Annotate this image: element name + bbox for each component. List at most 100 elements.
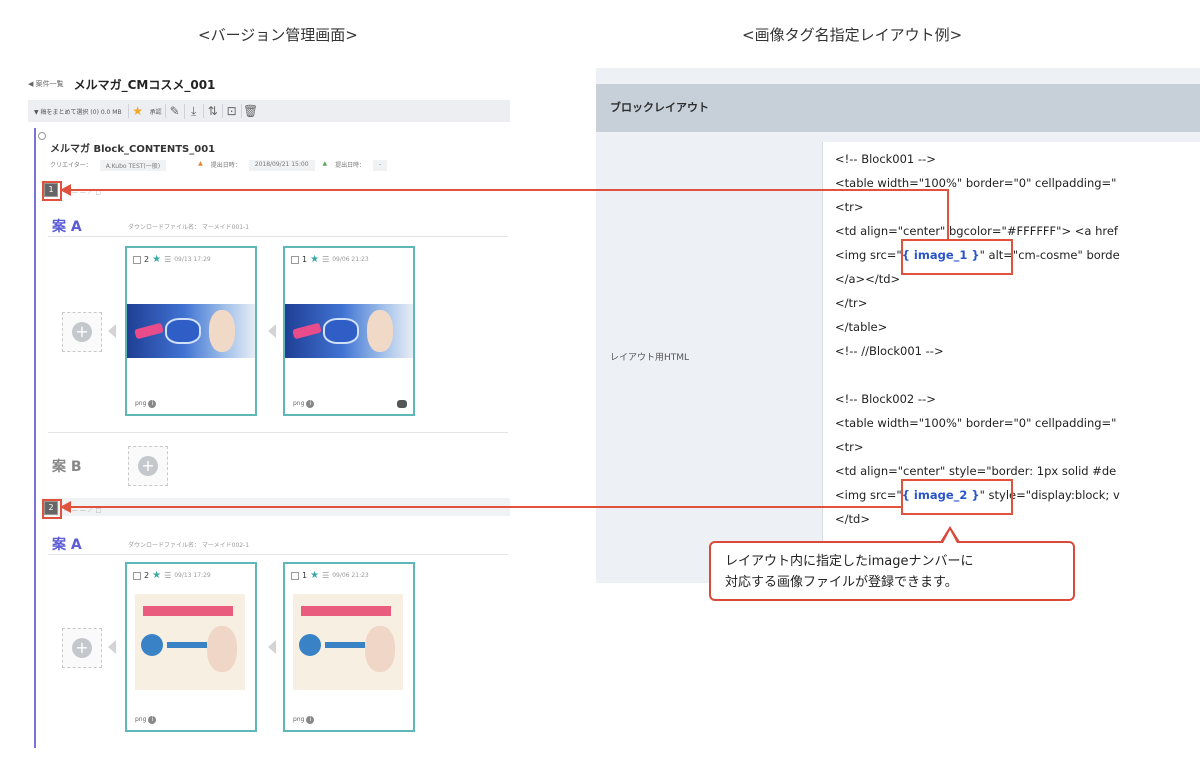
list-icon: ☰ bbox=[164, 571, 172, 580]
block-name: メルマガ Block_CONTENTS_001 bbox=[50, 144, 216, 155]
file-format: png i bbox=[293, 400, 315, 408]
version-number: 1 bbox=[302, 255, 308, 264]
code-line: </table> bbox=[835, 320, 888, 334]
info-icon[interactable]: i bbox=[306, 400, 315, 408]
version-number: 2 bbox=[144, 571, 150, 580]
tree-node-icon bbox=[38, 132, 46, 140]
info-icon[interactable]: i bbox=[306, 716, 315, 724]
person-icon-2: ▲ bbox=[322, 160, 328, 167]
slot-2-highlight bbox=[42, 499, 62, 519]
callout-line-1: レイアウト内に指定したimageナンバーに bbox=[725, 554, 974, 569]
plan-a-label[interactable]: 案 A bbox=[52, 534, 82, 554]
format-label: png bbox=[293, 400, 305, 407]
version-management-panel: ◀ 案件一覧 メルマガ_CMコスメ_001 ▼ 稿をまとめて選択 (0) 0.0… bbox=[28, 66, 510, 756]
divider bbox=[48, 432, 508, 433]
layout-html-code[interactable]: <!-- Block001 --> <table width="100%" bo… bbox=[822, 142, 1200, 583]
format-label: png bbox=[293, 716, 305, 723]
connector-line bbox=[70, 506, 901, 508]
arrow-left-icon bbox=[60, 184, 71, 196]
divider bbox=[48, 554, 508, 555]
person-icon: ▲ bbox=[198, 160, 203, 167]
add-version-button[interactable]: + bbox=[62, 628, 102, 668]
flyer-thumbnail bbox=[135, 594, 245, 690]
card-checkbox[interactable] bbox=[133, 255, 141, 264]
caption-version-management: <バージョン管理画面> bbox=[198, 26, 358, 44]
star-icon[interactable]: ★ bbox=[310, 254, 319, 265]
plan-a-label[interactable]: 案 A bbox=[52, 216, 82, 236]
version-tree-line bbox=[34, 128, 36, 748]
camera-icon bbox=[397, 400, 407, 408]
image-1-highlight bbox=[901, 239, 1013, 275]
chevron-left-icon[interactable] bbox=[268, 640, 276, 654]
star-icon: ★ bbox=[132, 104, 143, 118]
thumb-shape bbox=[207, 626, 237, 672]
thumb-shape bbox=[299, 634, 321, 656]
chevron-left-icon[interactable] bbox=[268, 324, 276, 338]
image-2-highlight bbox=[901, 479, 1013, 515]
slot-1-highlight bbox=[42, 181, 62, 201]
star-icon[interactable]: ★ bbox=[310, 570, 319, 581]
version-card[interactable]: 1 ★ ☰ 09/06 21:23 png i bbox=[283, 562, 415, 732]
block-layout-header: ブロックレイアウト bbox=[596, 84, 1200, 132]
deadline-label: 提出日時： bbox=[335, 162, 366, 169]
code-line: <table width="100%" border="0" cellpaddi… bbox=[835, 176, 1117, 190]
star-icon[interactable]: ★ bbox=[152, 254, 161, 265]
chevron-left-icon[interactable] bbox=[108, 324, 116, 338]
thumb-shape bbox=[323, 318, 359, 344]
file-format: png i bbox=[135, 716, 157, 724]
edit-pencil-icon[interactable]: ✎ bbox=[164, 104, 184, 118]
thumb-shape bbox=[165, 318, 201, 344]
callout-line-2: 対応する画像ファイルが登録できます。 bbox=[725, 575, 958, 590]
download-filename: ダウンロードファイル名： マーメイド002-1 bbox=[128, 542, 250, 549]
code-line: <table width="100%" border="0" cellpaddi… bbox=[835, 416, 1117, 430]
info-icon[interactable]: i bbox=[148, 400, 157, 408]
back-to-project-list-link[interactable]: ◀ 案件一覧 bbox=[28, 79, 64, 89]
plan-b-label[interactable]: 案 B bbox=[52, 456, 82, 476]
list-icon: ☰ bbox=[164, 255, 172, 264]
card-header: 1 ★ ☰ 09/06 21:23 bbox=[291, 570, 369, 581]
list-icon: ☰ bbox=[322, 255, 330, 264]
banner-thumbnail bbox=[127, 304, 255, 358]
trash-icon[interactable]: 🗑 bbox=[240, 104, 260, 118]
approve-button[interactable]: ★ bbox=[127, 104, 147, 118]
card-header: 1 ★ ☰ 09/06 21:23 bbox=[291, 254, 369, 265]
download-icon[interactable]: ⤓ bbox=[183, 103, 203, 119]
add-version-button[interactable]: + bbox=[62, 312, 102, 352]
plus-icon: + bbox=[72, 638, 92, 658]
thumb-shape bbox=[365, 626, 395, 672]
code-line: <tr> bbox=[835, 440, 864, 454]
version-number: 2 bbox=[144, 255, 150, 264]
list-icon: ☰ bbox=[322, 571, 330, 580]
version-card[interactable]: 2 ★ ☰ 09/13 17:29 png i bbox=[125, 562, 257, 732]
callout-box: レイアウト内に指定したimageナンバーに 対応する画像ファイルが登録できます。 bbox=[709, 541, 1075, 601]
card-header: 2 ★ ☰ 09/13 17:29 bbox=[133, 254, 211, 265]
version-date: 09/13 17:29 bbox=[174, 572, 211, 579]
code-line: <tr> bbox=[835, 200, 864, 214]
caption-layout-example: <画像タグ名指定レイアウト例> bbox=[742, 26, 963, 44]
bulk-select-dropdown[interactable]: ▼ 稿をまとめて選択 (0) 0.0 MB bbox=[28, 107, 128, 116]
code-line: <!-- //Block001 --> bbox=[835, 344, 944, 358]
thumb-shape bbox=[167, 642, 207, 648]
card-header: 2 ★ ☰ 09/13 17:29 bbox=[133, 570, 211, 581]
thumb-shape bbox=[301, 606, 391, 616]
code-fragment: <img src=" bbox=[835, 488, 902, 502]
file-format: png i bbox=[135, 400, 157, 408]
callout-pointer-inner bbox=[943, 530, 957, 543]
thumb-shape bbox=[325, 642, 365, 648]
lock-icon[interactable]: ⊡ bbox=[221, 104, 241, 118]
layout-html-label: レイアウト用HTML bbox=[610, 353, 690, 363]
format-label: png bbox=[135, 400, 147, 407]
add-version-button[interactable]: + bbox=[128, 446, 168, 486]
version-card[interactable]: 2 ★ ☰ 09/13 17:29 png i bbox=[125, 246, 257, 416]
download-filename: ダウンロードファイル名： マーメイド001-1 bbox=[128, 224, 250, 231]
star-icon[interactable]: ★ bbox=[152, 570, 161, 581]
code-line: <!-- Block001 --> bbox=[835, 152, 936, 166]
sort-icon[interactable]: ⇅ bbox=[202, 104, 222, 118]
card-checkbox[interactable] bbox=[133, 571, 141, 580]
card-checkbox[interactable] bbox=[291, 571, 299, 580]
version-card[interactable]: 1 ★ ☰ 09/06 21:23 png i bbox=[283, 246, 415, 416]
chevron-left-icon[interactable] bbox=[108, 640, 116, 654]
card-checkbox[interactable] bbox=[291, 255, 299, 264]
info-icon[interactable]: i bbox=[148, 716, 157, 724]
submit-label: 提出日時： bbox=[210, 162, 241, 169]
